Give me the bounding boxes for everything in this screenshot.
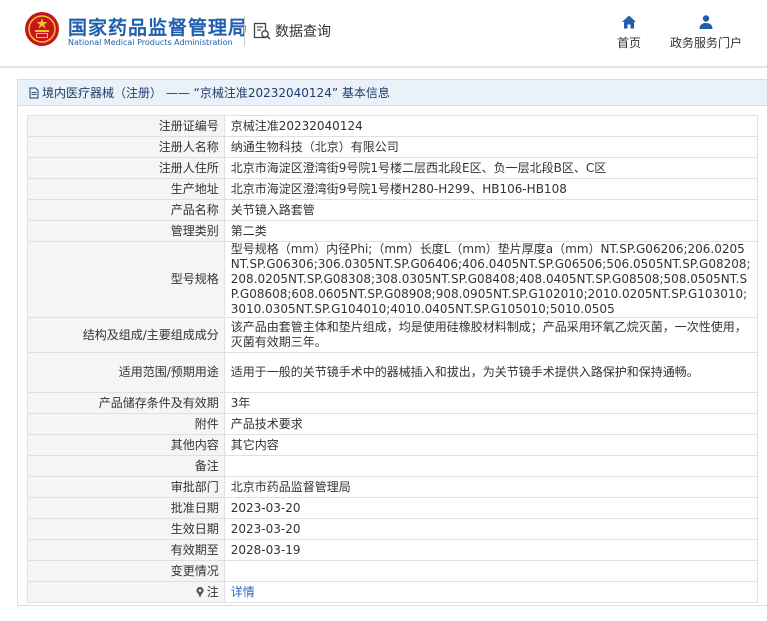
home-icon	[622, 15, 636, 29]
nav-home-label: 首页	[616, 36, 641, 50]
table-row: 审批部门 北京市药品监督管理局	[27, 476, 759, 498]
nav-home[interactable]: 首页	[612, 14, 646, 51]
field-label: 型号规格	[27, 241, 225, 318]
field-value: 产品技术要求	[223, 413, 759, 435]
field-value: 北京市药品监督管理局	[223, 476, 759, 498]
table-row: 有效期至 2028-03-19	[27, 539, 759, 561]
panel-title-bar: 境内医疗器械（注册） —— “京械注准20232040124” 基本信息	[18, 80, 767, 106]
table-row: 适用范围/预期用途 适用于一般的关节镜手术中的器械插入和拔出，为关节镜手术提供入…	[27, 352, 759, 393]
field-label: 结构及组成/主要组成成分	[27, 317, 225, 353]
table-row: 批准日期 2023-03-20	[27, 497, 759, 519]
table-row: 注册人住所 北京市海淀区澄湾街9号院1号楼二层西北段E区、负一层北段B区、C区	[27, 157, 759, 179]
field-label: 其他内容	[27, 434, 225, 456]
table-row: 产品储存条件及有效期 3年	[27, 392, 759, 414]
table-row: 管理类别 第二类	[27, 220, 759, 242]
field-value: 2023-03-20	[223, 497, 759, 519]
field-value	[223, 560, 759, 582]
note-label-cell: 注	[27, 581, 225, 603]
detail-link[interactable]: 详情	[231, 585, 255, 599]
table-row: 产品名称 关节镜入路套管	[27, 199, 759, 221]
table-row: 其他内容 其它内容	[27, 434, 759, 456]
detail-panel: 境内医疗器械（注册） —— “京械注准20232040124” 基本信息 注册证…	[17, 79, 767, 606]
note-value-cell: 详情	[223, 581, 759, 603]
info-table: 注册证编号 京械注准20232040124 注册人名称 纳通生物科技（北京）有限…	[27, 115, 759, 603]
document-icon	[29, 87, 39, 98]
header-rule	[0, 66, 767, 68]
field-label: 适用范围/预期用途	[27, 352, 225, 393]
table-row: 注册人名称 纳通生物科技（北京）有限公司	[27, 136, 759, 158]
field-label: 注册人名称	[27, 136, 225, 158]
field-value: 纳通生物科技（北京）有限公司	[223, 136, 759, 158]
field-value: 第二类	[223, 220, 759, 242]
pin-icon	[196, 586, 204, 597]
field-label: 附件	[27, 413, 225, 435]
field-label: 批准日期	[27, 497, 225, 519]
table-row: 注 详情	[27, 581, 759, 603]
table-row: 生产地址 北京市海淀区澄湾街9号院1号楼H280-H299、HB106-HB10…	[27, 178, 759, 200]
site-subtitle: National Medical Products Administration	[68, 38, 233, 47]
table-row: 生效日期 2023-03-20	[27, 518, 759, 540]
table-row: 变更情况	[27, 560, 759, 582]
data-query-icon	[253, 22, 271, 40]
field-value: 2023-03-20	[223, 518, 759, 540]
data-query-link[interactable]: 数据查询	[253, 20, 331, 42]
user-icon	[699, 15, 713, 29]
header-divider	[244, 16, 245, 46]
field-label: 备注	[27, 455, 225, 477]
field-value: 3年	[223, 392, 759, 414]
field-value: 京械注准20232040124	[223, 115, 759, 137]
field-label: 产品储存条件及有效期	[27, 392, 225, 414]
field-value: 其它内容	[223, 434, 759, 456]
table-row: 型号规格 型号规格（mm）内径Phi;（mm）长度L（mm）垫片厚度a（mm）N…	[27, 241, 759, 318]
panel-title: 境内医疗器械（注册） —— “京械注准20232040124” 基本信息	[42, 86, 390, 100]
field-label: 审批部门	[27, 476, 225, 498]
field-label: 产品名称	[27, 199, 225, 221]
table-row: 结构及组成/主要组成成分 该产品由套管主体和垫片组成，均是使用硅橡胶材料制成；产…	[27, 317, 759, 353]
nav-service-label: 政务服务门户	[669, 36, 742, 50]
site-title: 国家药品监督管理局	[68, 17, 249, 39]
field-label: 注册证编号	[27, 115, 225, 137]
field-label: 有效期至	[27, 539, 225, 561]
nav-service-portal[interactable]: 政务服务门户	[666, 14, 746, 51]
field-value	[223, 455, 759, 477]
table-row: 附件 产品技术要求	[27, 413, 759, 435]
site-header: 国家药品监督管理局 National Medical Products Admi…	[0, 0, 767, 66]
national-emblem-icon	[25, 12, 59, 46]
field-value: 北京市海淀区澄湾街9号院1号楼二层西北段E区、负一层北段B区、C区	[223, 157, 759, 179]
note-label: 注	[206, 584, 219, 599]
field-value: 该产品由套管主体和垫片组成，均是使用硅橡胶材料制成；产品采用环氧乙烷灭菌，一次性…	[223, 317, 759, 353]
field-value: 关节镜入路套管	[223, 199, 759, 221]
field-label: 变更情况	[27, 560, 225, 582]
field-label: 生产地址	[27, 178, 225, 200]
table-row: 注册证编号 京械注准20232040124	[27, 115, 759, 137]
field-label: 生效日期	[27, 518, 225, 540]
field-value: 北京市海淀区澄湾街9号院1号楼H280-H299、HB106-HB108	[223, 178, 759, 200]
table-row: 备注	[27, 455, 759, 477]
field-label: 注册人住所	[27, 157, 225, 179]
field-value: 型号规格（mm）内径Phi;（mm）长度L（mm）垫片厚度a（mm）NT.SP.…	[223, 241, 759, 318]
data-query-label: 数据查询	[275, 24, 331, 40]
field-value: 适用于一般的关节镜手术中的器械插入和拔出，为关节镜手术提供入路保护和保持通畅。	[223, 352, 759, 393]
field-label: 管理类别	[27, 220, 225, 242]
field-value: 2028-03-19	[223, 539, 759, 561]
